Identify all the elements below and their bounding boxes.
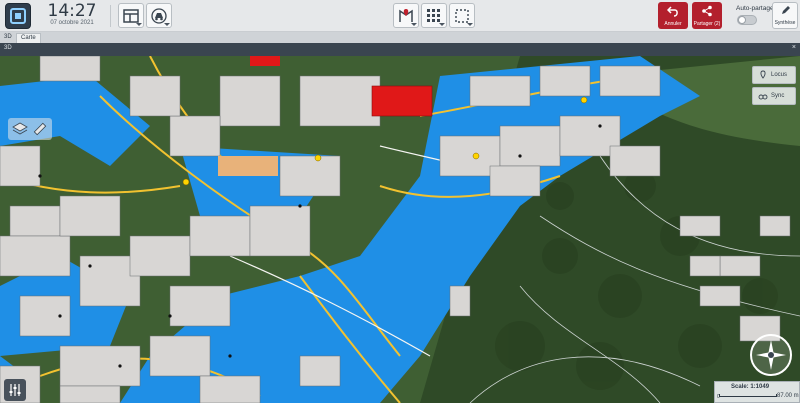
undo-arrow-icon (667, 6, 678, 17)
clock-date: 07 octobre 2021 (50, 20, 94, 26)
autoshare-toggle[interactable] (737, 15, 757, 25)
chevron-down-icon (411, 23, 417, 26)
grid-button[interactable] (421, 3, 447, 28)
top-toolbar: 14:27 07 octobre 2021 Annuler Partager (… (0, 0, 800, 32)
chevron-down-icon (136, 23, 142, 26)
city-3d-scene[interactable] (0, 56, 800, 403)
scale-bar (719, 394, 777, 397)
compass-icon[interactable] (750, 334, 792, 376)
map-layer-tools (8, 118, 52, 140)
layers-icon[interactable] (12, 121, 28, 137)
layout-button[interactable] (118, 3, 144, 28)
settings-button[interactable] (4, 379, 26, 401)
selection-button[interactable] (449, 3, 475, 28)
chevron-down-icon (439, 23, 445, 26)
panel-title: 3D (4, 45, 12, 51)
tab-carte[interactable]: Carte (16, 33, 41, 43)
synthesis-label: Synthèse (774, 20, 796, 26)
share-icon (702, 5, 712, 17)
ruler-icon[interactable] (32, 121, 48, 137)
scale-distance: 87.00 m (777, 393, 799, 399)
sync-icon (758, 94, 768, 100)
toolbar-separator (110, 5, 111, 27)
map-marker-button[interactable] (393, 3, 419, 28)
view-tabs: 3D Carte (0, 32, 800, 43)
pencil-icon (782, 6, 790, 14)
undo-button[interactable]: Annuler (658, 2, 688, 29)
map-scale: Scale: 1:1049 0 87.00 m (714, 381, 800, 403)
tab-3d[interactable]: 3D (0, 33, 16, 43)
map-3d-view[interactable]: Locus Sync (0, 56, 800, 403)
scale-label: Scale: 1:1049 (731, 384, 770, 390)
chevron-down-icon (467, 23, 473, 26)
share-label: Partager (2) (693, 21, 721, 27)
locate-label: Locus (771, 72, 788, 78)
close-icon[interactable]: × (792, 44, 796, 51)
panel-header: 3D × (0, 43, 800, 56)
sync-button[interactable]: Sync (752, 87, 796, 105)
app-logo-icon[interactable] (5, 3, 31, 29)
scale-zero: 0 (717, 394, 720, 400)
share-button[interactable]: Partager (2) (692, 2, 722, 29)
autoshare-label: Auto-partage (736, 5, 774, 12)
clock-time: 14:27 (47, 1, 97, 21)
undo-label: Annuler (664, 21, 682, 27)
synthesis-button[interactable]: Synthèse (772, 2, 798, 29)
sync-label: Sync (771, 93, 785, 99)
sliders-icon (9, 384, 21, 396)
chevron-down-icon (164, 23, 170, 26)
vehicle-tool-button[interactable] (146, 3, 172, 28)
toggle-knob (738, 16, 746, 24)
location-pin-icon (760, 70, 766, 79)
locate-button[interactable]: Locus (752, 66, 796, 84)
